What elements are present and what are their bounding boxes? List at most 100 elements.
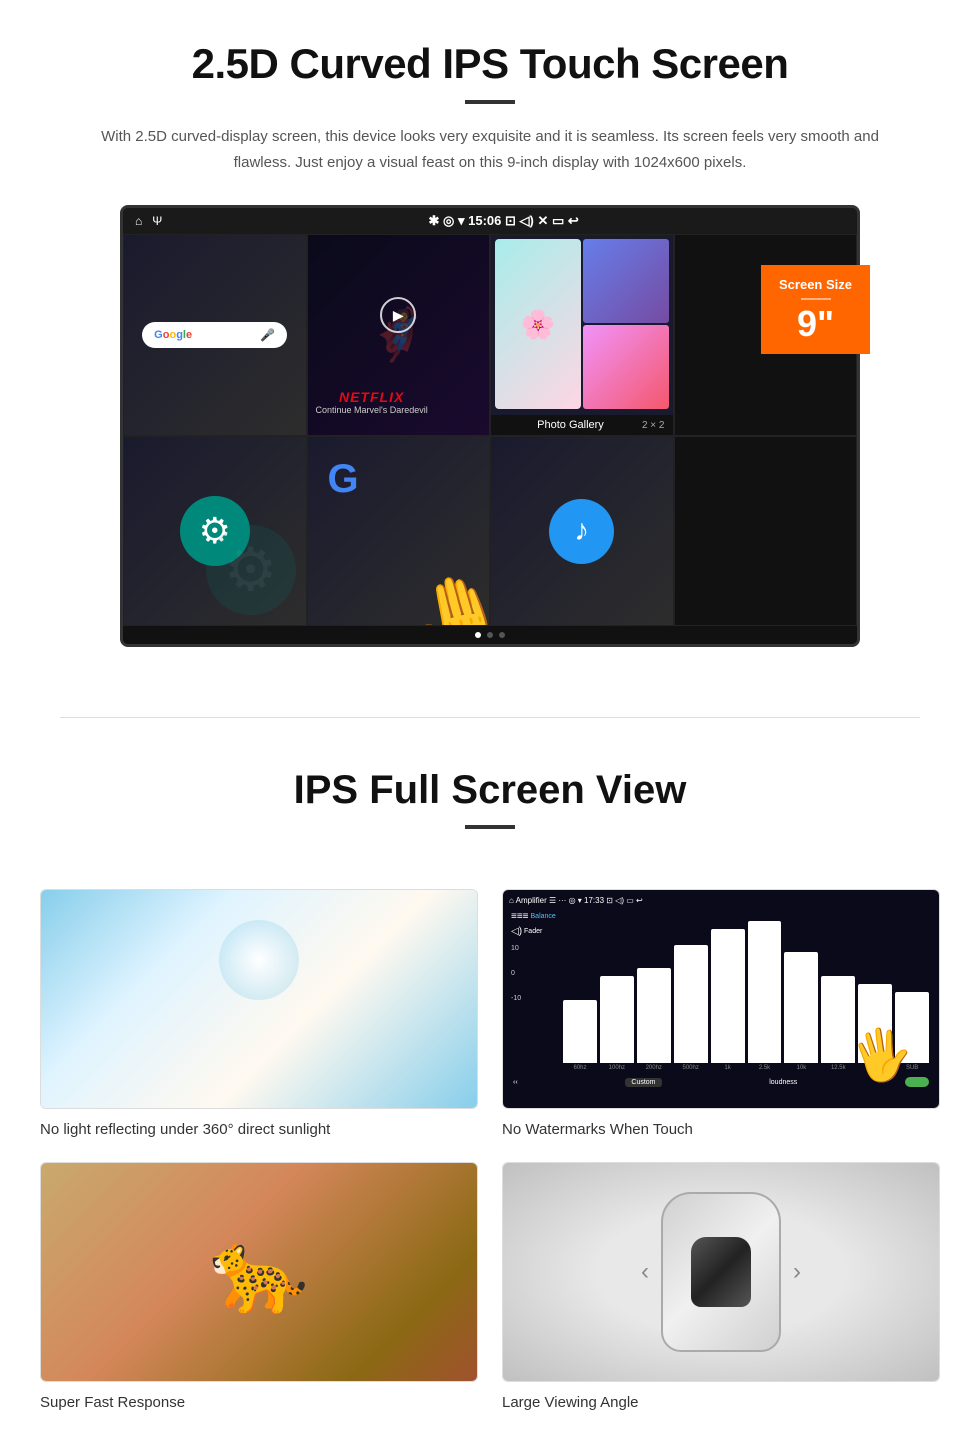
amplifier-image-box: ⌂ Amplifier ☰ ··· ◎ ▾ 17:33 ⊡ ◁) ▭ ↩ ≡≡≡… — [502, 889, 940, 1109]
feature-cheetah: 🐆 Super Fast Response — [40, 1162, 478, 1411]
share-location-cell: G 🤚 Share location 1 × 1 — [307, 436, 491, 626]
status-time: ✱ ◎ ▾ 15:06 ⊡ ◁) ✕ ▭ ↩ — [429, 213, 579, 229]
eq-100hz: 100hz — [600, 913, 634, 1071]
settings-widget: ⚙ ⚙ — [124, 437, 306, 625]
usb-icon: Ψ — [152, 214, 162, 228]
car-roof — [691, 1237, 751, 1307]
amplifier-screen: ⌂ Amplifier ☰ ··· ◎ ▾ 17:33 ⊡ ◁) ▭ ↩ ≡≡≡… — [503, 890, 939, 1108]
amp-scale: 10 0 -10 — [511, 945, 557, 1002]
title-underline — [465, 100, 515, 104]
eq-bar-1k — [711, 929, 745, 1063]
screen-size-badge: Screen Size 9" — [761, 265, 870, 354]
section2-underline — [465, 825, 515, 829]
car-arrow-left-icon: ‹ — [641, 1258, 649, 1286]
google-widget: Google 🎤 — [124, 235, 306, 435]
amp-equalizer: 60hz 100hz 200hz 500hz — [559, 909, 933, 1075]
sun-glow — [219, 920, 299, 1000]
shadow-gear: ⚙ — [206, 525, 296, 615]
photo-grid-size: 2 × 2 — [642, 420, 665, 431]
amp-toggle[interactable] — [905, 1077, 929, 1087]
photo-label-text: Photo Gallery — [499, 419, 642, 431]
google-search-bar[interactable]: Google 🎤 — [142, 322, 287, 348]
cheetah-image-box: 🐆 — [40, 1162, 478, 1382]
pager-dots — [123, 626, 857, 644]
eq-500hz: 500hz — [674, 913, 708, 1071]
section-divider — [60, 717, 920, 718]
feature-car: ‹ › Large Viewing Angle — [502, 1162, 940, 1411]
photo-thumb-1 — [583, 239, 669, 323]
amp-fader-label: ◁) Fader — [511, 926, 557, 937]
cheetah-icon: 🐆 — [209, 1225, 309, 1319]
netflix-brand-text: NETFLIX — [316, 389, 428, 405]
photo-widget: 🌸 — [491, 235, 673, 415]
eq-2-5k: 2.5k — [748, 913, 782, 1071]
feature-grid: No light reflecting under 360° direct su… — [0, 869, 980, 1451]
cheetah-caption: Super Fast Response — [40, 1394, 478, 1411]
photo-gallery-widget: 🌸 — [491, 235, 673, 415]
play-button[interactable]: ▶ — [380, 297, 416, 333]
section1-description: With 2.5D curved-display screen, this de… — [100, 124, 880, 175]
car-caption: Large Viewing Angle — [502, 1394, 940, 1411]
dot-3 — [499, 632, 505, 638]
amp-left-panel: ≡≡≡ Balance ◁) Fader 10 0 -10 — [509, 909, 559, 1075]
section2-ips: IPS Full Screen View — [0, 758, 980, 869]
share-widget: G 🤚 — [308, 437, 490, 625]
section1-curved-screen: 2.5D Curved IPS Touch Screen With 2.5D c… — [0, 0, 980, 677]
eq-1k: 1k — [711, 913, 745, 1071]
photo-main: 🌸 — [495, 239, 581, 409]
dot-1 — [475, 632, 481, 638]
eq-bar-100hz — [600, 976, 634, 1063]
eq-bar-2-5k — [748, 921, 782, 1063]
hand-icon: 🤚 — [399, 560, 490, 626]
netflix-bg: 🦸 ▶ NETFLIX Continue Marvel's Daredevil — [308, 235, 490, 435]
dot-2 — [487, 632, 493, 638]
share-label-row: Share location 1 × 1 — [308, 625, 490, 626]
android-screen-wrapper: ⌂ Ψ ✱ ◎ ▾ 15:06 ⊡ ◁) ✕ ▭ ↩ — [120, 205, 860, 647]
eq-bar-10k — [784, 952, 818, 1063]
eq-bar-200hz — [637, 968, 671, 1063]
eq-60hz: 60hz — [563, 913, 597, 1071]
car-bg: ‹ › — [503, 1163, 939, 1381]
amp-balance-label: ≡≡≡ Balance — [511, 911, 557, 922]
amp-status-bar: ⌂ Amplifier ☰ ··· ◎ ▾ 17:33 ⊡ ◁) ▭ ↩ — [509, 896, 933, 905]
empty-cell-bottom — [674, 436, 858, 626]
eq-200hz: 200hz — [637, 913, 671, 1071]
sound-search-cell: ♪ Sound Search 1 × 1 — [490, 436, 674, 626]
android-screen: ⌂ Ψ ✱ ◎ ▾ 15:06 ⊡ ◁) ✕ ▭ ↩ — [120, 205, 860, 647]
cheetah-bg: 🐆 — [41, 1163, 477, 1381]
google-logo: Google — [154, 329, 192, 341]
bluetooth-icon: ✱ ◎ ▾ — [429, 213, 465, 228]
badge-title: Screen Size — [779, 277, 852, 292]
amp-loudness: loudness — [769, 1079, 797, 1086]
flower-icon: 🌸 — [520, 308, 555, 341]
netflix-sub-text: Continue Marvel's Daredevil — [316, 405, 428, 415]
netflix-widget: 🦸 ▶ NETFLIX Continue Marvel's Daredevil — [308, 235, 490, 435]
google-widget-cell: Google 🎤 Google 3 × 1 — [123, 234, 307, 436]
sunlight-image-box — [40, 889, 478, 1109]
status-left-icons: ⌂ Ψ — [135, 214, 162, 228]
netflix-label: NETFLIX Continue Marvel's Daredevil — [316, 389, 428, 415]
sound-widget: ♪ — [491, 437, 673, 625]
eq-bar-60hz — [563, 1000, 597, 1063]
feature-amplifier: ⌂ Amplifier ☰ ··· ◎ ▾ 17:33 ⊡ ◁) ▭ ↩ ≡≡≡… — [502, 889, 940, 1138]
home-icon: ⌂ — [135, 214, 142, 228]
status-right-icons: ⊡ ◁) ✕ ▭ ↩ — [505, 213, 579, 228]
badge-divider — [801, 298, 831, 300]
g-logo: G — [328, 457, 359, 502]
section1-title: 2.5D Curved IPS Touch Screen — [60, 40, 920, 88]
music-note-icon: ♪ — [549, 499, 614, 564]
settings-label-row: Settings shortcut 1 × 1 — [124, 625, 306, 626]
car-arrow-right-icon: › — [793, 1258, 801, 1286]
amp-home-icon: ⌂ Amplifier ☰ ··· ◎ ▾ 17:33 ⊡ ◁) ▭ ↩ — [509, 896, 643, 905]
app-grid-row2: ⚙ ⚙ Settings shortcut 1 × 1 G 🤚 S — [123, 436, 857, 626]
photo-thumb-2 — [583, 325, 669, 409]
photo-label-row: Photo Gallery 2 × 2 — [491, 415, 673, 435]
mic-icon: 🎤 — [260, 328, 275, 342]
amp-content: ≡≡≡ Balance ◁) Fader 10 0 -10 — [509, 909, 933, 1075]
car-overhead: ‹ › — [661, 1192, 781, 1352]
sunlight-caption: No light reflecting under 360° direct su… — [40, 1121, 478, 1138]
sunlight-bg — [41, 890, 477, 1108]
feature-sunlight: No light reflecting under 360° direct su… — [40, 889, 478, 1138]
section2-title: IPS Full Screen View — [60, 768, 920, 813]
netflix-widget-cell: 🦸 ▶ NETFLIX Continue Marvel's Daredevil … — [307, 234, 491, 436]
